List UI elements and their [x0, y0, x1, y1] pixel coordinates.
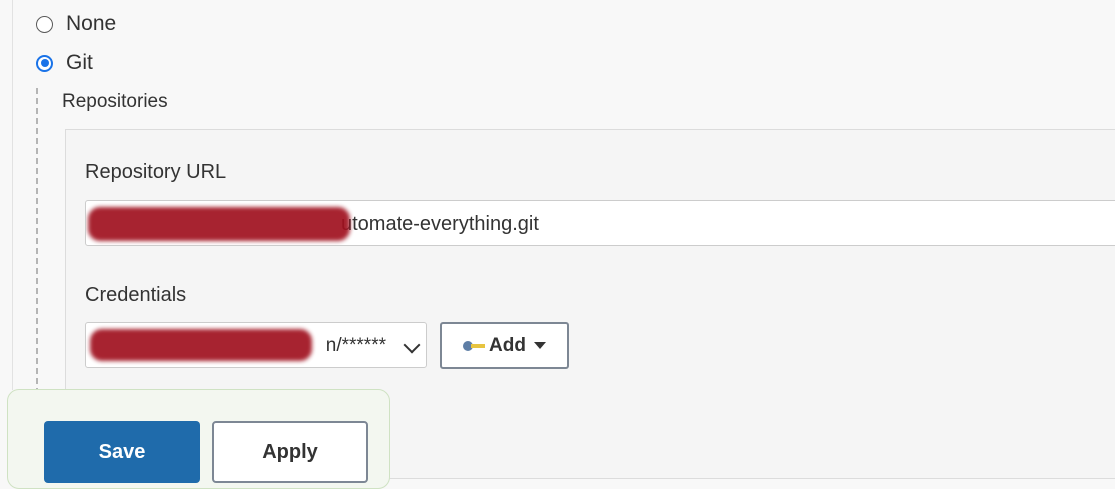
key-icon — [463, 339, 487, 353]
scm-option-git[interactable]: Git — [36, 51, 93, 75]
radio-label-git: Git — [66, 51, 93, 74]
add-button-label: Add — [489, 334, 526, 356]
apply-button-label: Apply — [262, 441, 318, 463]
credentials-select[interactable]: n/****** — [85, 322, 427, 368]
chevron-down-icon[interactable] — [403, 336, 421, 354]
scm-option-none[interactable]: None — [36, 12, 116, 36]
save-button-label: Save — [98, 441, 146, 463]
caret-down-icon — [533, 342, 546, 349]
add-credentials-button[interactable]: Add — [440, 322, 569, 369]
redaction-mark — [88, 207, 350, 241]
radio-label-none: None — [66, 12, 117, 35]
repository-url-input[interactable]: utomate-everything.git — [85, 200, 1115, 246]
repositories-heading: Repositories — [62, 91, 168, 112]
credentials-value: n/****** — [325, 335, 386, 356]
repository-url-value: utomate-everything.git — [341, 213, 539, 235]
repository-url-label: Repository URL — [85, 161, 227, 183]
radio-none[interactable] — [36, 15, 53, 33]
left-border — [12, 0, 13, 390]
redaction-mark — [90, 329, 312, 361]
credentials-label: Credentials — [85, 284, 187, 306]
radio-git[interactable] — [36, 54, 53, 72]
